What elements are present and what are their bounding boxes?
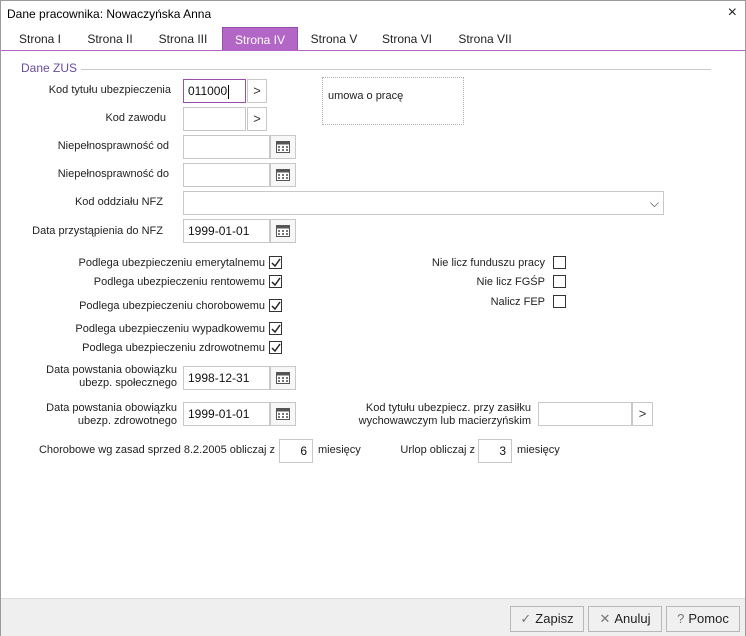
close-icon: ✕	[599, 611, 611, 626]
niepelno-od-input[interactable]	[183, 135, 270, 159]
save-button-label: Zapisz	[535, 611, 574, 626]
chk-fundusz-pracy-label: Nie licz funduszu pracy	[431, 257, 545, 269]
chk-fgsp[interactable]	[553, 275, 566, 288]
tab-strona-2[interactable]: Strona II	[77, 27, 143, 51]
kod-zawodu-picker-button[interactable]: >	[247, 107, 267, 131]
niepelno-do-input[interactable]	[183, 163, 270, 187]
kod-zasilek-picker-button[interactable]: >	[632, 402, 653, 426]
group-divider	[81, 69, 711, 70]
chk-wypadkowe[interactable]	[269, 322, 282, 335]
chk-wypadkowe-label: Podlega ubezpieczeniu wypadkowemu	[75, 323, 265, 335]
chk-emerytalne[interactable]	[269, 256, 282, 269]
chk-rentowe[interactable]	[269, 275, 282, 288]
employee-dialog: Dane pracownika: Nowaczyńska Anna × Stro…	[0, 0, 746, 636]
tab-underline	[1, 50, 745, 51]
window-title: Dane pracownika: Nowaczyńska Anna	[7, 7, 212, 21]
tab-strona-3[interactable]: Strona III	[149, 27, 217, 51]
chk-chorobowe-label: Podlega ubezpieczeniu chorobowemu	[79, 300, 265, 312]
kod-zawodu-input[interactable]	[183, 107, 246, 131]
chk-rentowe-label: Podlega ubezpieczeniu rentowemu	[93, 276, 265, 288]
tab-bar: Strona I Strona II Strona III Strona IV …	[1, 27, 745, 51]
title-bar: Dane pracownika: Nowaczyńska Anna ×	[1, 1, 745, 27]
tab-strona-4[interactable]: Strona IV	[222, 27, 298, 51]
help-button-label: Pomoc	[688, 611, 729, 626]
chorobowe-label: Chorobowe wg zasad sprzed 8.2.2005 oblic…	[38, 444, 275, 456]
urlop-label: Urlop obliczaj z	[400, 444, 475, 456]
save-button[interactable]: ✓ Zapisz	[510, 606, 584, 632]
kod-zasilek-label: Kod tytułu ubezpiecz. przy zasiłku wycho…	[358, 402, 531, 427]
niepelno-od-label: Niepełnosprawność od	[57, 140, 169, 152]
calendar-icon[interactable]	[270, 366, 296, 390]
close-icon[interactable]: ×	[728, 4, 737, 22]
cancel-button-label: Anuluj	[614, 611, 651, 626]
data-spol-label: Data powstania obowiązku ubezp. społeczn…	[46, 364, 177, 389]
group-title: Dane ZUS	[21, 61, 78, 75]
niepelno-do-label: Niepełnosprawność do	[57, 168, 169, 180]
chorobowe-months-input[interactable]: 6	[279, 439, 313, 463]
chk-fundusz-pracy[interactable]	[553, 256, 566, 269]
help-button[interactable]: ? Pomoc	[666, 606, 740, 632]
data-nfz-label: Data przystąpienia do NFZ	[32, 225, 163, 237]
cancel-button[interactable]: ✕ Anuluj	[588, 606, 662, 632]
chk-zdrowotne[interactable]	[269, 341, 282, 354]
help-icon: ?	[677, 611, 685, 626]
footer-bar: ✓ Zapisz ✕ Anuluj ? Pomoc	[1, 599, 745, 636]
check-icon: ✓	[520, 611, 532, 626]
tab-strona-5[interactable]: Strona V	[303, 27, 365, 51]
kod-tytulu-picker-button[interactable]: >	[247, 79, 267, 103]
calendar-icon[interactable]	[270, 163, 296, 187]
chk-emerytalne-label: Podlega ubezpieczeniu emerytalnemu	[78, 257, 265, 269]
chk-fgsp-label: Nie licz FGŚP	[476, 276, 545, 288]
kod-tytulu-input[interactable]: 011000	[183, 79, 246, 103]
kod-zawodu-label: Kod zawodu	[105, 112, 166, 124]
chk-fep-label: Nalicz FEP	[490, 296, 545, 308]
data-zdrow-label: Data powstania obowiązku ubezp. zdrowotn…	[46, 402, 177, 427]
chorobowe-unit: miesięcy	[318, 444, 361, 456]
kod-zasilek-input[interactable]	[538, 402, 632, 426]
data-spol-input[interactable]: 1998-12-31	[183, 366, 270, 390]
tab-strona-1[interactable]: Strona I	[9, 27, 71, 51]
data-zdrow-input[interactable]: 1999-01-01	[183, 402, 270, 426]
data-nfz-input[interactable]: 1999-01-01	[183, 219, 270, 243]
urlop-months-input[interactable]: 3	[478, 439, 512, 463]
chevron-down-icon: ⌵	[649, 196, 659, 210]
calendar-icon[interactable]	[270, 219, 296, 243]
kod-tytulu-label: Kod tytułu ubezpieczenia	[48, 84, 171, 96]
kod-nfz-select[interactable]: ⌵	[183, 191, 664, 215]
urlop-unit: miesięcy	[517, 444, 560, 456]
kod-nfz-label: Kod oddziału NFZ	[74, 196, 163, 208]
calendar-icon[interactable]	[270, 135, 296, 159]
chk-chorobowe[interactable]	[269, 299, 282, 312]
kod-tytulu-description: umowa o pracę	[322, 77, 464, 125]
tab-strona-7[interactable]: Strona VII	[449, 27, 521, 51]
calendar-icon[interactable]	[270, 402, 296, 426]
chk-fep[interactable]	[553, 295, 566, 308]
chk-zdrowotne-label: Podlega ubezpieczeniu zdrowotnemu	[82, 342, 265, 354]
tab-strona-6[interactable]: Strona VI	[374, 27, 440, 51]
